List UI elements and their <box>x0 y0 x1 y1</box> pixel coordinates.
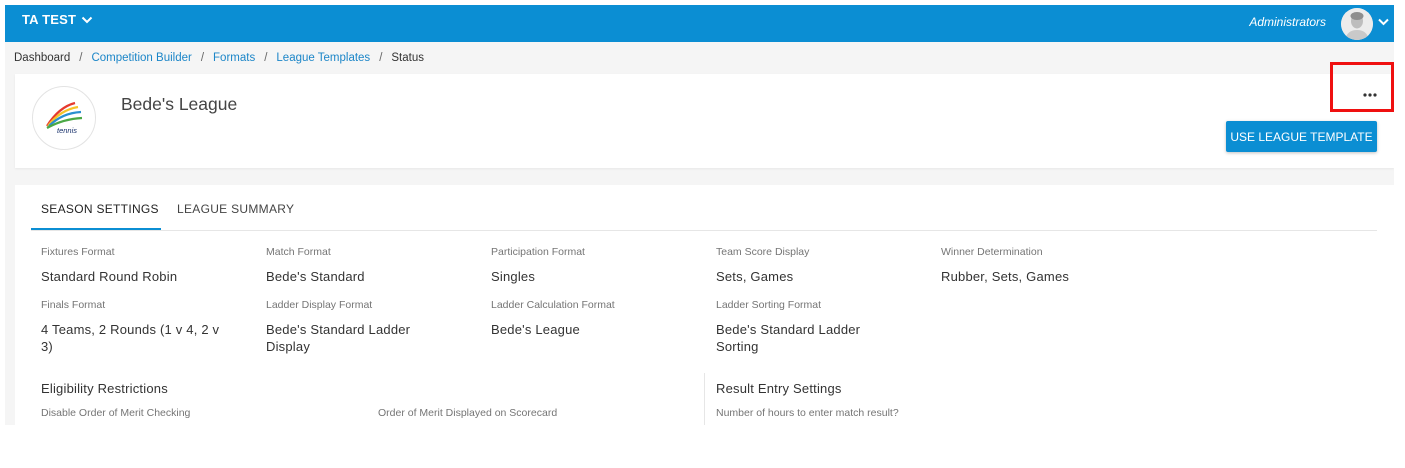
breadcrumb-separator: / <box>264 52 268 64</box>
user-role-label: Administrators <box>1249 15 1326 29</box>
org-name: TA TEST <box>22 12 77 27</box>
result-entry-settings-title: Result Entry Settings <box>716 381 842 396</box>
breadcrumb-separator: / <box>200 52 205 64</box>
chevron-down-icon <box>81 16 93 24</box>
field-label: Ladder Sorting Format <box>716 299 822 311</box>
top-navigation-bar: TA TEST Administrators <box>5 5 1394 42</box>
field-ladder-calculation-format: Ladder Calculation Format Bede's League <box>491 299 681 338</box>
field-match-format: Match Format Bede's Standard <box>266 246 456 285</box>
league-header-card: tennis Bede's League USE LEAGUE TEMPLATE <box>15 74 1394 168</box>
user-menu-chevron-icon[interactable] <box>1378 18 1389 26</box>
user-avatar[interactable] <box>1341 8 1373 40</box>
field-label: Ladder Display Format <box>266 299 373 311</box>
section-divider <box>704 373 705 425</box>
tab-league-summary[interactable]: LEAGUE SUMMARY <box>177 195 294 230</box>
order-of-merit-scorecard-label: Order of Merit Displayed on Scorecard <box>378 407 558 419</box>
breadcrumb-dashboard[interactable]: Dashboard <box>14 52 70 64</box>
logo-text: tennis <box>57 126 77 135</box>
field-value: Rubber, Sets, Games <box>941 269 1070 284</box>
field-label: Participation Format <box>491 246 585 258</box>
field-label: Finals Format <box>41 299 106 311</box>
eligibility-restrictions-title: Eligibility Restrictions <box>41 381 168 396</box>
field-value: Bede's Standard <box>266 269 365 284</box>
user-avatar-icon <box>1341 8 1373 40</box>
field-participation-format: Participation Format Singles <box>491 246 681 285</box>
breadcrumb-league-templates[interactable]: League Templates <box>276 52 370 64</box>
breadcrumb: Dashboard / Competition Builder / Formats / Le… <box>14 50 424 66</box>
org-switcher[interactable]: TA TEST <box>22 5 93 35</box>
hours-to-enter-result-label: Number of hours to enter match result? <box>716 407 899 419</box>
breadcrumb-separator: / <box>379 52 383 64</box>
field-label: Winner Determination <box>941 246 1043 258</box>
field-value: Bede's Standard Ladder Sorting <box>716 322 861 354</box>
field-label: Team Score Display <box>716 246 810 258</box>
breadcrumb-formats[interactable]: Formats <box>213 52 255 64</box>
field-value: Bede's League <box>491 322 580 337</box>
field-value: 4 Teams, 2 Rounds (1 v 4, 2 v 3) <box>41 322 220 354</box>
breadcrumb-competition-builder[interactable]: Competition Builder <box>91 52 191 64</box>
field-value: Standard Round Robin <box>41 269 178 284</box>
highlight-annotation <box>1330 62 1394 112</box>
tennis-logo: tennis <box>32 86 96 150</box>
breadcrumb-current: Status <box>391 52 424 64</box>
field-ladder-sorting-format: Ladder Sorting Format Bede's Standard La… <box>716 299 906 355</box>
app-frame: TA TEST Administrators Dashboard / Competi… <box>5 5 1394 425</box>
disable-order-of-merit-label: Disable Order of Merit Checking <box>41 407 191 419</box>
field-ladder-display-format: Ladder Display Format Bede's Standard La… <box>266 299 456 355</box>
tab-bar: SEASON SETTINGS LEAGUE SUMMARY <box>31 195 1377 231</box>
field-finals-format: Finals Format 4 Teams, 2 Rounds (1 v 4, … <box>41 299 231 355</box>
tab-season-settings[interactable]: SEASON SETTINGS <box>31 195 161 230</box>
league-details-card: SEASON SETTINGS LEAGUE SUMMARY Fixtures … <box>15 185 1394 425</box>
field-fixtures-format: Fixtures Format Standard Round Robin <box>41 246 231 285</box>
breadcrumb-separator: / <box>79 52 83 64</box>
field-label: Ladder Calculation Format <box>491 299 615 311</box>
field-label: Fixtures Format <box>41 246 115 258</box>
field-team-score-display: Team Score Display Sets, Games <box>716 246 906 285</box>
tennis-logo-icon: tennis <box>46 101 83 135</box>
use-league-template-button[interactable]: USE LEAGUE TEMPLATE <box>1226 121 1377 152</box>
field-value: Singles <box>491 269 536 284</box>
league-name: Bede's League <box>121 94 238 114</box>
field-value: Bede's Standard Ladder Display <box>266 322 411 354</box>
field-value: Sets, Games <box>716 269 794 284</box>
field-label: Match Format <box>266 246 331 258</box>
field-winner-determination: Winner Determination Rubber, Sets, Games <box>941 246 1131 285</box>
